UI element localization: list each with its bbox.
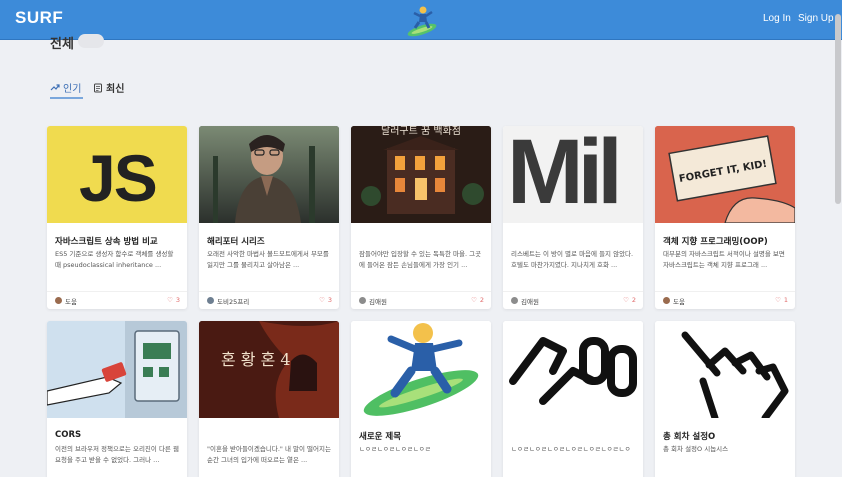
like-count: 2 (631, 296, 636, 304)
clock-icon (94, 83, 102, 92)
forget-it-kid-image: FORGET IT, KID! (655, 126, 795, 223)
card-description: 잠들어야만 입장할 수 있는 독특한 마을. 그곳에 들어온 잠든 손님들에게 … (359, 250, 482, 269)
author-name: 김애원 (369, 298, 387, 306)
card-title: 새로운 제목 (359, 432, 402, 442)
author-name: 김애원 (521, 298, 539, 306)
card-description: ㄴㅇㄹㄴㅇㄹㄴㅇㄹㄴㅇㄹ (359, 445, 431, 453)
card-footer: 도비25프리 ♡ 3 (199, 291, 339, 309)
avatar (207, 297, 214, 304)
cover-title-text: 혼 황 혼 4 (221, 350, 291, 369)
heart-icon: ♡ (775, 296, 781, 304)
cover-title-text: 달러구트 꿈 백화점 (381, 126, 461, 137)
post-card[interactable]: ㄴㅇㄹㄴㅇㄹㄴㅇㄹㄴㅇㄹㄴㅇㄹㄴㅇㄹㄴㅇ (503, 321, 643, 477)
author-name: 도움 (673, 298, 685, 306)
tab-popular-label: 인기 (63, 84, 82, 95)
post-card[interactable]: CORS 이전의 브라우저 정책으로는 오리진이 다른 웹 요청을 주고 받을 … (47, 321, 187, 477)
tab-latest-label: 최신 (106, 84, 125, 95)
post-card[interactable]: 달러구트 꿈 백화점 잠들어야만 입장할 수 있는 독특한 마을. 그곳에 들어… (351, 126, 491, 309)
heart-icon: ♡ (471, 296, 477, 304)
author-name: 도비25프리 (217, 298, 250, 306)
card-title: 해리포터 시리즈 (207, 237, 265, 247)
card-thumbnail (47, 321, 187, 418)
active-tab-indicator (50, 97, 83, 99)
like-count: 3 (327, 296, 332, 304)
post-card[interactable]: 혼 황 혼 4 "이혼을 받아들이겠습니다." 내 말이 떨어지는 순간 그녀의… (199, 321, 339, 477)
like-count: 1 (783, 296, 788, 304)
card-title: CORS (55, 430, 82, 440)
card-description: 총 회차 설정O 시놉시스 (663, 445, 729, 453)
pointing-hand-icon (655, 321, 795, 418)
page-title: 전체 (50, 37, 74, 52)
post-card[interactable]: 해리포터 시리즈 오래전 사악한 마법사 볼드모트에게서 부모를 잃지만 그를 … (199, 126, 339, 309)
tab-popular[interactable]: 인기 (50, 80, 81, 95)
surfer-illustration-image (351, 321, 491, 418)
millennium-cover-text: Mil (507, 126, 623, 223)
tab-latest[interactable]: 최신 (93, 80, 124, 95)
card-thumbnail: JS (47, 126, 187, 223)
card-footer: 도움 ♡ 3 (47, 291, 187, 309)
card-title: 총 회차 설정O (663, 432, 716, 442)
card-thumbnail (351, 321, 491, 418)
post-card[interactable]: 새로운 제목 ㄴㅇㄹㄴㅇㄹㄴㅇㄹㄴㅇㄹ (351, 321, 491, 477)
card-thumbnail (503, 321, 643, 418)
card-thumbnail (655, 321, 795, 418)
avatar (663, 297, 670, 304)
page-scrollbar[interactable] (834, 14, 842, 204)
card-footer: 김애원 ♡ 2 (503, 291, 643, 309)
top-header: SURF Log In Sign Up (0, 0, 842, 40)
card-thumbnail: 혼 황 혼 4 (199, 321, 339, 418)
post-card[interactable]: 총 회차 설정O 총 회차 설정O 시놉시스 (655, 321, 795, 477)
post-card[interactable]: Mil 리스베트는 이 방이 별로 마음에 들지 않았다. 호텔도 마찬가지였다… (503, 126, 643, 309)
harry-potter-cover-image (199, 126, 339, 223)
like-count: 3 (175, 296, 180, 304)
card-footer: 김애원 ♡ 2 (351, 291, 491, 309)
title-count-badge (78, 34, 104, 48)
avatar (511, 297, 518, 304)
heart-icon: ♡ (167, 296, 173, 304)
trending-icon (50, 83, 60, 90)
heart-icon: ♡ (623, 296, 629, 304)
signup-link[interactable]: Sign Up (798, 13, 834, 24)
heart-icon: ♡ (319, 296, 325, 304)
card-thumbnail: FORGET IT, KID! (655, 126, 795, 223)
scrollbar-thumb[interactable] (835, 14, 841, 204)
post-card[interactable]: FORGET IT, KID! 객체 지향 프로그래밍(OOP) 대부분의 자바… (655, 126, 795, 309)
card-description: ES5 기준으로 생성자 함수로 객체를 생성할 때 pseudoclassic… (55, 250, 174, 269)
card-thumbnail: Mil (503, 126, 643, 223)
card-description: 오래전 사악한 마법사 볼드모트에게서 부모를 잃지만 그를 물리치고 살아남은… (207, 250, 329, 269)
avatar (359, 297, 366, 304)
card-thumbnail (199, 126, 339, 223)
handshake-icon (503, 321, 643, 418)
surfer-icon[interactable] (405, 3, 439, 37)
card-thumbnail: 달러구트 꿈 백화점 (351, 126, 491, 223)
surf-logo[interactable]: SURF (15, 8, 63, 28)
dream-store-cover-image: 달러구트 꿈 백화점 (351, 126, 491, 223)
card-description: 대부분의 자바스크립트 서적이나 설명을 보면 자바스크립트는 객체 지향 프로… (663, 250, 785, 269)
card-description: "이혼을 받아들이겠습니다." 내 말이 떨어지는 순간 그녀의 입가에 떠오르… (207, 445, 331, 464)
card-title: 자바스크립트 상속 방법 비교 (55, 237, 158, 247)
card-description: 이전의 브라우저 정책으로는 오리진이 다른 웹 요청을 주고 받을 수 없었다… (55, 445, 179, 464)
login-link[interactable]: Log In (763, 13, 791, 24)
author-name: 도움 (65, 298, 77, 306)
card-description: ㄴㅇㄹㄴㅇㄹㄴㅇㄹㄴㅇㄹㄴㅇㄹㄴㅇㄹㄴㅇ (511, 445, 631, 453)
post-card[interactable]: JS 자바스크립트 상속 방법 비교 ES5 기준으로 생성자 함수로 객체를 … (47, 126, 187, 309)
like-count: 2 (479, 296, 484, 304)
avatar (55, 297, 62, 304)
card-description: 리스베트는 이 방이 별로 마음에 들지 않았다. 호텔도 마찬가지였다. 지나… (511, 250, 634, 269)
novel-cover-image: 혼 황 혼 4 (199, 321, 339, 418)
js-logo-text: JS (79, 141, 158, 215)
cors-illustration-image (47, 321, 187, 418)
card-title: 객체 지향 프로그래밍(OOP) (663, 237, 768, 247)
card-footer: 도움 ♡ 1 (655, 291, 795, 309)
